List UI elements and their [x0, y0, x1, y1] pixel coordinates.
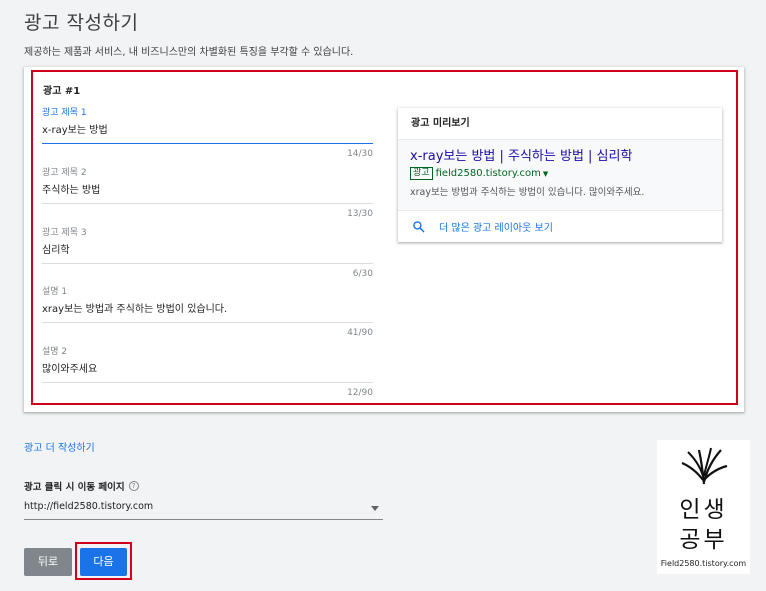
headline-1-input[interactable]: x-ray보는 방법: [42, 124, 373, 144]
watermark-line-1: 인생: [679, 497, 728, 523]
headline-2-field[interactable]: 광고 제목 2 주식하는 방법 13/30: [42, 167, 373, 219]
headline-1-field[interactable]: 광고 제목 1 x-ray보는 방법 14/30: [42, 107, 373, 159]
final-url-value: http://field2580.tistory.com: [24, 501, 154, 512]
watermark-line-2: 공부: [679, 527, 728, 553]
description-2-input[interactable]: 많이와주세요: [42, 363, 373, 383]
description-1-input[interactable]: xray보는 방법과 주식하는 방법이 있습니다.: [42, 303, 373, 323]
final-url-label: 광고 클릭 시 이동 페이지 ?: [24, 479, 139, 493]
headline-3-input[interactable]: 심리학: [42, 244, 373, 264]
description-2-counter: 12/90: [347, 388, 373, 398]
preview-ad-url: field2580.tistory.com: [435, 168, 541, 179]
headline-2-counter: 13/30: [347, 209, 373, 219]
watermark-caption: Field2580.tistory.com: [660, 559, 747, 568]
description-2-label: 설명 2: [42, 347, 68, 357]
ad-badge: 광고: [410, 167, 433, 180]
preview-header: 광고 미리보기: [398, 108, 722, 140]
caret-down-icon: ▼: [542, 169, 549, 178]
back-button[interactable]: 뒤로: [24, 548, 72, 576]
plant-logo-icon: [681, 447, 728, 485]
more-layouts-label: 더 많은 광고 레이아웃 보기: [439, 222, 553, 234]
ad-heading: 광고 #1: [43, 86, 81, 97]
description-2-field[interactable]: 설명 2 많이와주세요 12/90: [42, 346, 373, 398]
preview-ad: x-ray보는 방법 | 주식하는 방법 | 심리학 광고 field2580.…: [398, 140, 722, 211]
description-1-counter: 41/90: [347, 328, 373, 338]
description-1-label: 설명 1: [42, 287, 68, 297]
headline-1-label: 광고 제목 1: [42, 108, 87, 118]
ad-preview-panel: 광고 미리보기 x-ray보는 방법 | 주식하는 방법 | 심리학 광고 fi…: [398, 108, 722, 242]
preview-ad-title: x-ray보는 방법 | 주식하는 방법 | 심리학: [410, 149, 633, 164]
headline-2-label: 광고 제목 2: [42, 168, 87, 178]
description-1-field[interactable]: 설명 1 xray보는 방법과 주식하는 방법이 있습니다. 41/90: [42, 286, 373, 338]
headline-1-counter: 14/30: [347, 149, 373, 159]
add-more-ads-link[interactable]: 광고 더 작성하기: [24, 439, 95, 454]
preview-ad-url-row: 광고 field2580.tistory.com ▼: [410, 167, 710, 180]
final-url-label-text: 광고 클릭 시 이동 페이지: [24, 482, 125, 493]
page-title: 광고 작성하기: [24, 12, 139, 34]
headline-3-counter: 6/30: [352, 269, 373, 279]
more-layouts-link[interactable]: 더 많은 광고 레이아웃 보기: [398, 211, 722, 241]
page-subtitle: 제공하는 제품과 서비스, 내 비즈니스만의 차별화된 특징을 부각할 수 있습…: [24, 47, 354, 58]
final-url-select[interactable]: http://field2580.tistory.com: [24, 498, 383, 520]
preview-ad-description: xray보는 방법과 주식하는 방법이 있습니다. 많이와주세요.: [410, 187, 645, 198]
help-icon[interactable]: ?: [128, 481, 139, 491]
dropdown-arrow-icon: [371, 506, 379, 511]
next-button[interactable]: 다음: [80, 548, 127, 576]
headline-3-label: 광고 제목 3: [42, 228, 87, 238]
headline-2-input[interactable]: 주식하는 방법: [42, 184, 373, 204]
search-icon: [413, 220, 425, 232]
watermark-logo: 인생 공부 Field2580.tistory.com: [657, 440, 750, 574]
headline-3-field[interactable]: 광고 제목 3 심리학 6/30: [42, 227, 373, 279]
